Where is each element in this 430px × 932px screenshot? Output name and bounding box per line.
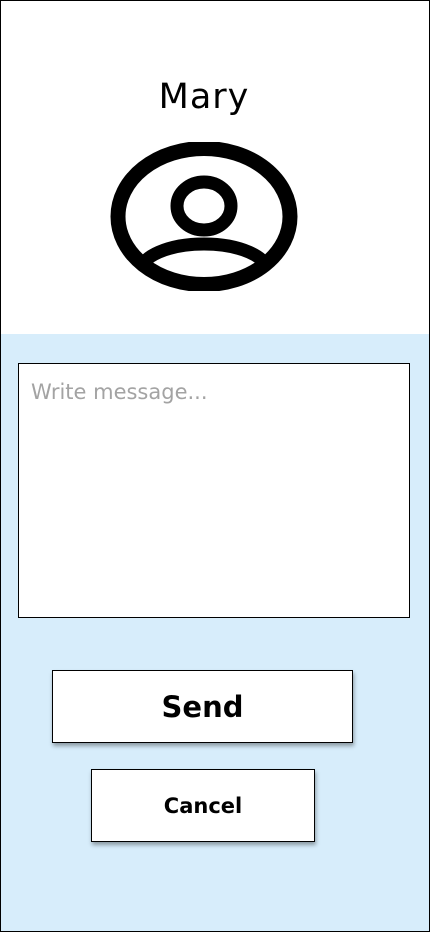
user-circle-icon	[110, 142, 298, 291]
contact-header: Mary	[1, 1, 429, 334]
message-screen: Mary Send Cancel	[0, 0, 430, 932]
contact-name: Mary	[158, 77, 250, 117]
message-input[interactable]	[18, 363, 410, 618]
cancel-button[interactable]: Cancel	[91, 769, 315, 842]
send-button[interactable]: Send	[52, 670, 353, 743]
composer-panel: Send Cancel	[1, 334, 429, 931]
